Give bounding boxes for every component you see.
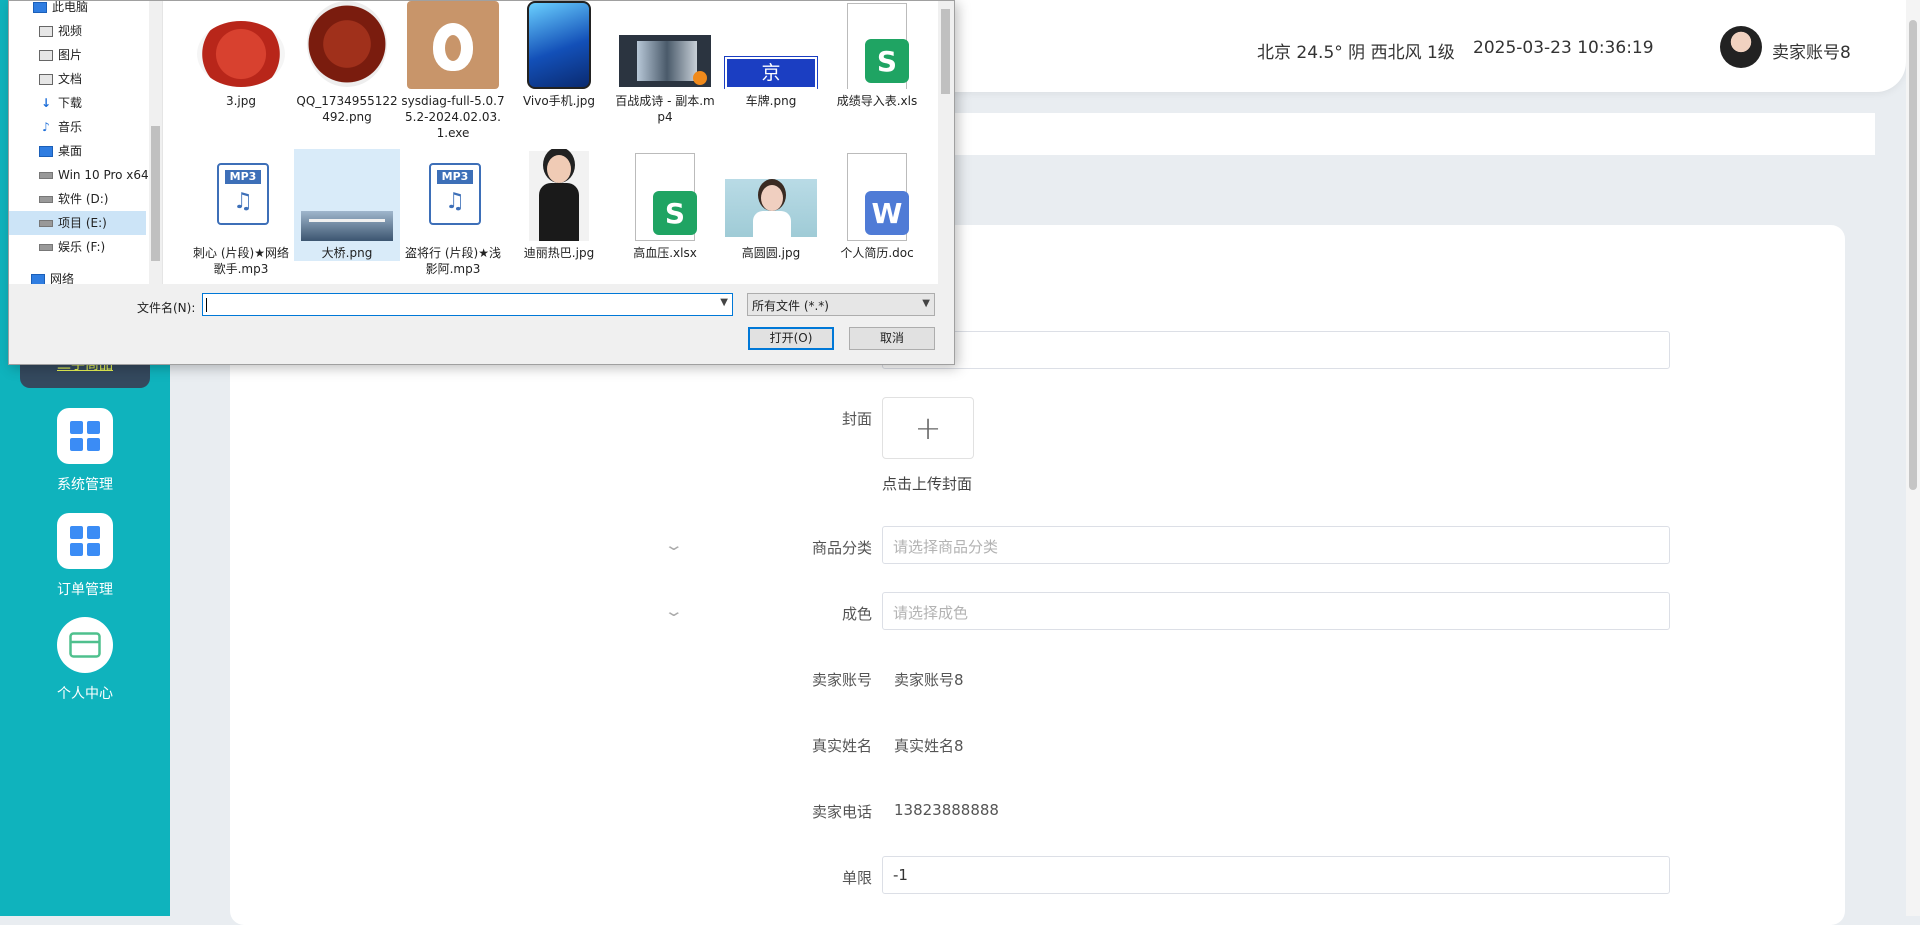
file-open-dialog: 此电脑 视频 图片 文档 ↓ 下载 ♪ 音乐 桌面 Win 10 Pro x64 软… xyxy=(8,0,955,365)
sidebar-item-label: 系统管理 xyxy=(57,477,113,493)
file-item-selected[interactable]: 大桥.png xyxy=(294,149,400,261)
seller-phone-value: 13823888888 xyxy=(894,801,999,819)
file-item[interactable]: MP3 ♫ 盗将行 (片段)★浅影阿.mp3 xyxy=(400,149,506,277)
tree-item-drive-d[interactable]: 软件 (D:) xyxy=(39,187,108,211)
tree-item-network[interactable]: 网络 xyxy=(31,267,74,284)
seller-account-value: 卖家账号8 xyxy=(894,671,964,689)
seller-account-label: 卖家账号 xyxy=(811,671,872,689)
drive-icon xyxy=(39,171,53,179)
sidebar-item-label: 个人中心 xyxy=(57,686,113,702)
tree-item-this-pc[interactable]: 此电脑 xyxy=(33,1,88,19)
cancel-button[interactable]: 取消 xyxy=(849,327,935,350)
word-document-icon: W xyxy=(829,149,925,241)
tree-item-drive-e[interactable]: 项目 (E:) xyxy=(9,211,146,235)
cover-upload-button[interactable]: + xyxy=(882,397,974,459)
chevron-down-icon: ▼ xyxy=(922,298,930,309)
spreadsheet-icon: S xyxy=(617,149,713,241)
spreadsheet-icon: S xyxy=(829,1,925,89)
file-item[interactable]: MP3 ♫ 刺心 (片段)★网络歌手.mp3 xyxy=(188,149,294,277)
tree-item-system-drive[interactable]: Win 10 Pro x64 xyxy=(39,163,149,187)
file-item[interactable]: W 个人简历.doc xyxy=(824,149,930,261)
video-icon xyxy=(39,25,53,37)
sidebar-item-orders[interactable]: 订单管理 xyxy=(0,513,170,599)
tree-item-videos[interactable]: 视频 xyxy=(39,19,82,43)
file-list-scrollbar[interactable] xyxy=(938,1,953,284)
chevron-down-icon[interactable]: ▼ xyxy=(720,297,728,308)
food-photo-thumbnail xyxy=(299,1,395,89)
avatar[interactable] xyxy=(1720,26,1762,68)
chevron-down-icon: ⌄ xyxy=(663,536,684,554)
filename-input[interactable]: ▼ xyxy=(202,293,733,316)
cover-label: 封面 xyxy=(841,410,872,428)
page-scrollbar[interactable] xyxy=(1906,0,1920,916)
weather-info: 北京 24.5° 阴 西北风 1级 xyxy=(1257,43,1455,63)
tree-scrollbar[interactable] xyxy=(149,1,162,284)
file-item[interactable]: QQ_1734955122492.png xyxy=(294,1,400,125)
limit-label: 单限 xyxy=(841,869,872,887)
upload-hint: 点击上传封面 xyxy=(882,475,973,493)
seller-phone-label: 卖家电话 xyxy=(811,803,872,821)
tree-item-downloads[interactable]: ↓ 下载 xyxy=(39,91,82,115)
tree-item-desktop[interactable]: 桌面 xyxy=(39,139,82,163)
drive-icon xyxy=(39,243,53,251)
grid-icon xyxy=(57,513,113,569)
username[interactable]: 卖家账号8 xyxy=(1772,38,1851,63)
picture-icon xyxy=(39,49,53,61)
grid-icon xyxy=(57,408,113,464)
sidebar-item-system[interactable]: 系统管理 xyxy=(0,408,170,494)
tree-item-drive-f[interactable]: 娱乐 (F:) xyxy=(39,235,105,259)
name-input[interactable] xyxy=(882,331,1670,369)
network-icon xyxy=(31,273,45,284)
tree-item-music[interactable]: ♪ 音乐 xyxy=(39,115,82,139)
current-datetime: 2025-03-23 10:36:19 xyxy=(1473,38,1654,58)
music-icon: ♪ xyxy=(42,120,50,134)
real-name-label: 真实姓名 xyxy=(811,737,872,755)
category-select[interactable]: 请选择商品分类 ⌄ xyxy=(664,526,1670,564)
desktop-icon xyxy=(39,145,53,157)
breadcrumb xyxy=(900,113,1875,155)
video-thumbnail xyxy=(617,1,713,89)
open-button[interactable]: 打开(O) xyxy=(748,327,834,350)
real-name-value: 真实姓名8 xyxy=(894,737,964,755)
phone-photo-thumbnail xyxy=(511,1,607,89)
person-photo-thumbnail xyxy=(511,149,607,241)
bridge-photo-thumbnail xyxy=(299,149,395,241)
tree-item-documents[interactable]: 文档 xyxy=(39,67,82,91)
top-header: 北京 24.5° 阴 西北风 1级 2025-03-23 10:36:19 卖家… xyxy=(900,0,1906,92)
folder-tree: 此电脑 视频 图片 文档 ↓ 下载 ♪ 音乐 桌面 Win 10 Pro x64 软… xyxy=(9,1,163,284)
download-icon: ↓ xyxy=(40,96,52,110)
installer-icon xyxy=(405,1,501,89)
audio-file-icon: MP3 ♫ xyxy=(405,149,501,241)
file-type-select[interactable]: 所有文件 (*.*) ▼ xyxy=(747,293,935,316)
tree-item-pictures[interactable]: 图片 xyxy=(39,43,82,67)
sidebar-item-label: 订单管理 xyxy=(57,582,113,598)
file-item[interactable]: 3.jpg xyxy=(188,1,294,109)
drive-icon xyxy=(39,219,53,227)
license-plate-thumbnail: 京L·75563 xyxy=(723,1,819,89)
file-item[interactable]: 百战成诗 - 副本.mp4 xyxy=(612,1,718,125)
drive-icon xyxy=(39,195,53,203)
chevron-down-icon: ⌄ xyxy=(663,602,684,620)
food-photo-thumbnail xyxy=(193,1,289,89)
file-item[interactable]: 迪丽热巴.jpg xyxy=(506,149,612,261)
file-item[interactable]: Vivo手机.jpg xyxy=(506,1,612,109)
file-item[interactable]: S 高血压.xlsx xyxy=(612,149,718,261)
file-list: 3.jpg QQ_1734955122492.png sysdiag-full-… xyxy=(163,1,938,284)
audio-file-icon: MP3 ♫ xyxy=(193,149,289,241)
person-photo-thumbnail xyxy=(723,149,819,241)
plus-icon: + xyxy=(914,409,942,447)
file-item[interactable]: 京L·75563 车牌.png xyxy=(718,1,824,109)
computer-icon xyxy=(33,1,47,13)
file-item[interactable]: sysdiag-full-5.0.75.2-2024.02.03.1.exe xyxy=(400,1,506,141)
file-item[interactable]: S 成绩导入表.xls xyxy=(824,1,930,109)
filename-label: 文件名(N): xyxy=(137,301,196,315)
limit-input[interactable]: -1 xyxy=(882,856,1670,894)
condition-select[interactable]: 请选择成色 ⌄ xyxy=(664,592,1670,630)
card-icon xyxy=(57,617,113,673)
sidebar-item-profile[interactable]: 个人中心 xyxy=(0,617,170,703)
document-icon xyxy=(39,73,53,85)
file-item[interactable]: 高圆圆.jpg xyxy=(718,149,824,261)
